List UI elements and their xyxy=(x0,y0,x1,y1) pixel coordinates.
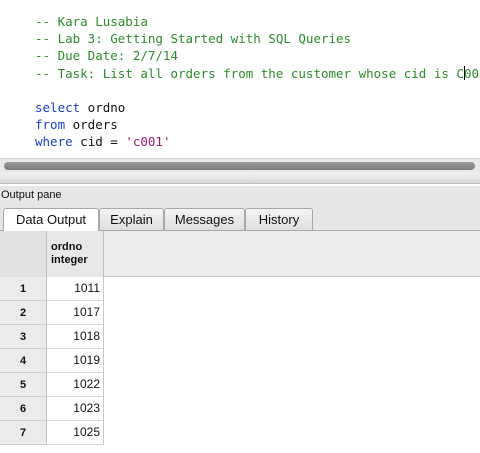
row-number[interactable]: 4 xyxy=(0,349,47,373)
ordno-cell[interactable]: 1022 xyxy=(47,373,104,397)
table-row: 7 1025 xyxy=(0,421,104,445)
column-type: integer xyxy=(51,254,88,266)
sql-code[interactable]: -- Kara Lusabia -- Lab 3: Getting Starte… xyxy=(35,13,480,151)
table-row: 4 1019 xyxy=(0,349,104,373)
row-number[interactable]: 6 xyxy=(0,397,47,421)
editor-horizontal-scrollbar[interactable] xyxy=(0,158,480,173)
grid-corner[interactable] xyxy=(0,231,47,277)
table-row: 3 1018 xyxy=(0,325,104,349)
tab-messages[interactable]: Messages xyxy=(164,208,245,230)
row-number[interactable]: 5 xyxy=(0,373,47,397)
pane-splitter[interactable] xyxy=(0,173,480,184)
row-number[interactable]: 1 xyxy=(0,277,47,301)
tab-data-output[interactable]: Data Output xyxy=(3,208,99,231)
table-row: 5 1022 xyxy=(0,373,104,397)
string-literal: 'c001' xyxy=(125,134,171,150)
comment-author: -- Kara Lusabia xyxy=(35,14,148,29)
keyword-where: where xyxy=(35,134,73,150)
table-row: 2 1017 xyxy=(0,301,104,325)
ordno-cell[interactable]: 1025 xyxy=(47,421,104,445)
data-output-grid: ordno integer 1 1011 2 1017 3 1018 4 1019 51… xyxy=(0,231,480,453)
tab-history[interactable]: History xyxy=(245,208,313,230)
ordno-cell[interactable]: 1017 xyxy=(47,301,104,325)
comment-lab: -- Lab 3: Getting Started with SQL Queri… xyxy=(35,31,352,47)
ordno-cell[interactable]: 1023 xyxy=(47,397,104,421)
comment-due-date: -- Due Date: 2/7/14 xyxy=(35,48,178,64)
output-tab-bar: Data Output Explain Messages History xyxy=(0,204,480,231)
sql-editor[interactable]: -- Kara Lusabia -- Lab 3: Getting Starte… xyxy=(0,0,480,158)
output-pane-title: Output pane xyxy=(0,186,480,204)
keyword-select: select xyxy=(35,100,81,116)
column-name: ordno xyxy=(51,241,83,253)
ordno-cell[interactable]: 1018 xyxy=(47,325,104,349)
from-line: from orders xyxy=(35,117,118,133)
row-number[interactable]: 2 xyxy=(0,301,47,325)
grid-rows: 1 1011 2 1017 3 1018 4 1019 5 1022 6 1023 7 102… xyxy=(0,277,104,445)
comment-task: -- Task: List all orders from the custom… xyxy=(35,65,480,81)
grid-header: ordno integer xyxy=(0,231,480,277)
where-line: where cid = 'c001' xyxy=(35,134,171,150)
select-line: select ordno xyxy=(35,100,126,116)
row-number[interactable]: 7 xyxy=(0,421,47,445)
ordno-cell[interactable]: 1019 xyxy=(47,349,104,373)
column-header-ordno[interactable]: ordno integer xyxy=(47,231,104,277)
table-row: 1 1011 xyxy=(0,277,104,301)
scrollbar-thumb[interactable] xyxy=(4,162,475,170)
table-row: 6 1023 xyxy=(0,397,104,421)
row-number[interactable]: 3 xyxy=(0,325,47,349)
ordno-cell[interactable]: 1011 xyxy=(47,277,104,301)
keyword-from: from xyxy=(35,117,66,133)
tab-explain[interactable]: Explain xyxy=(99,208,164,230)
